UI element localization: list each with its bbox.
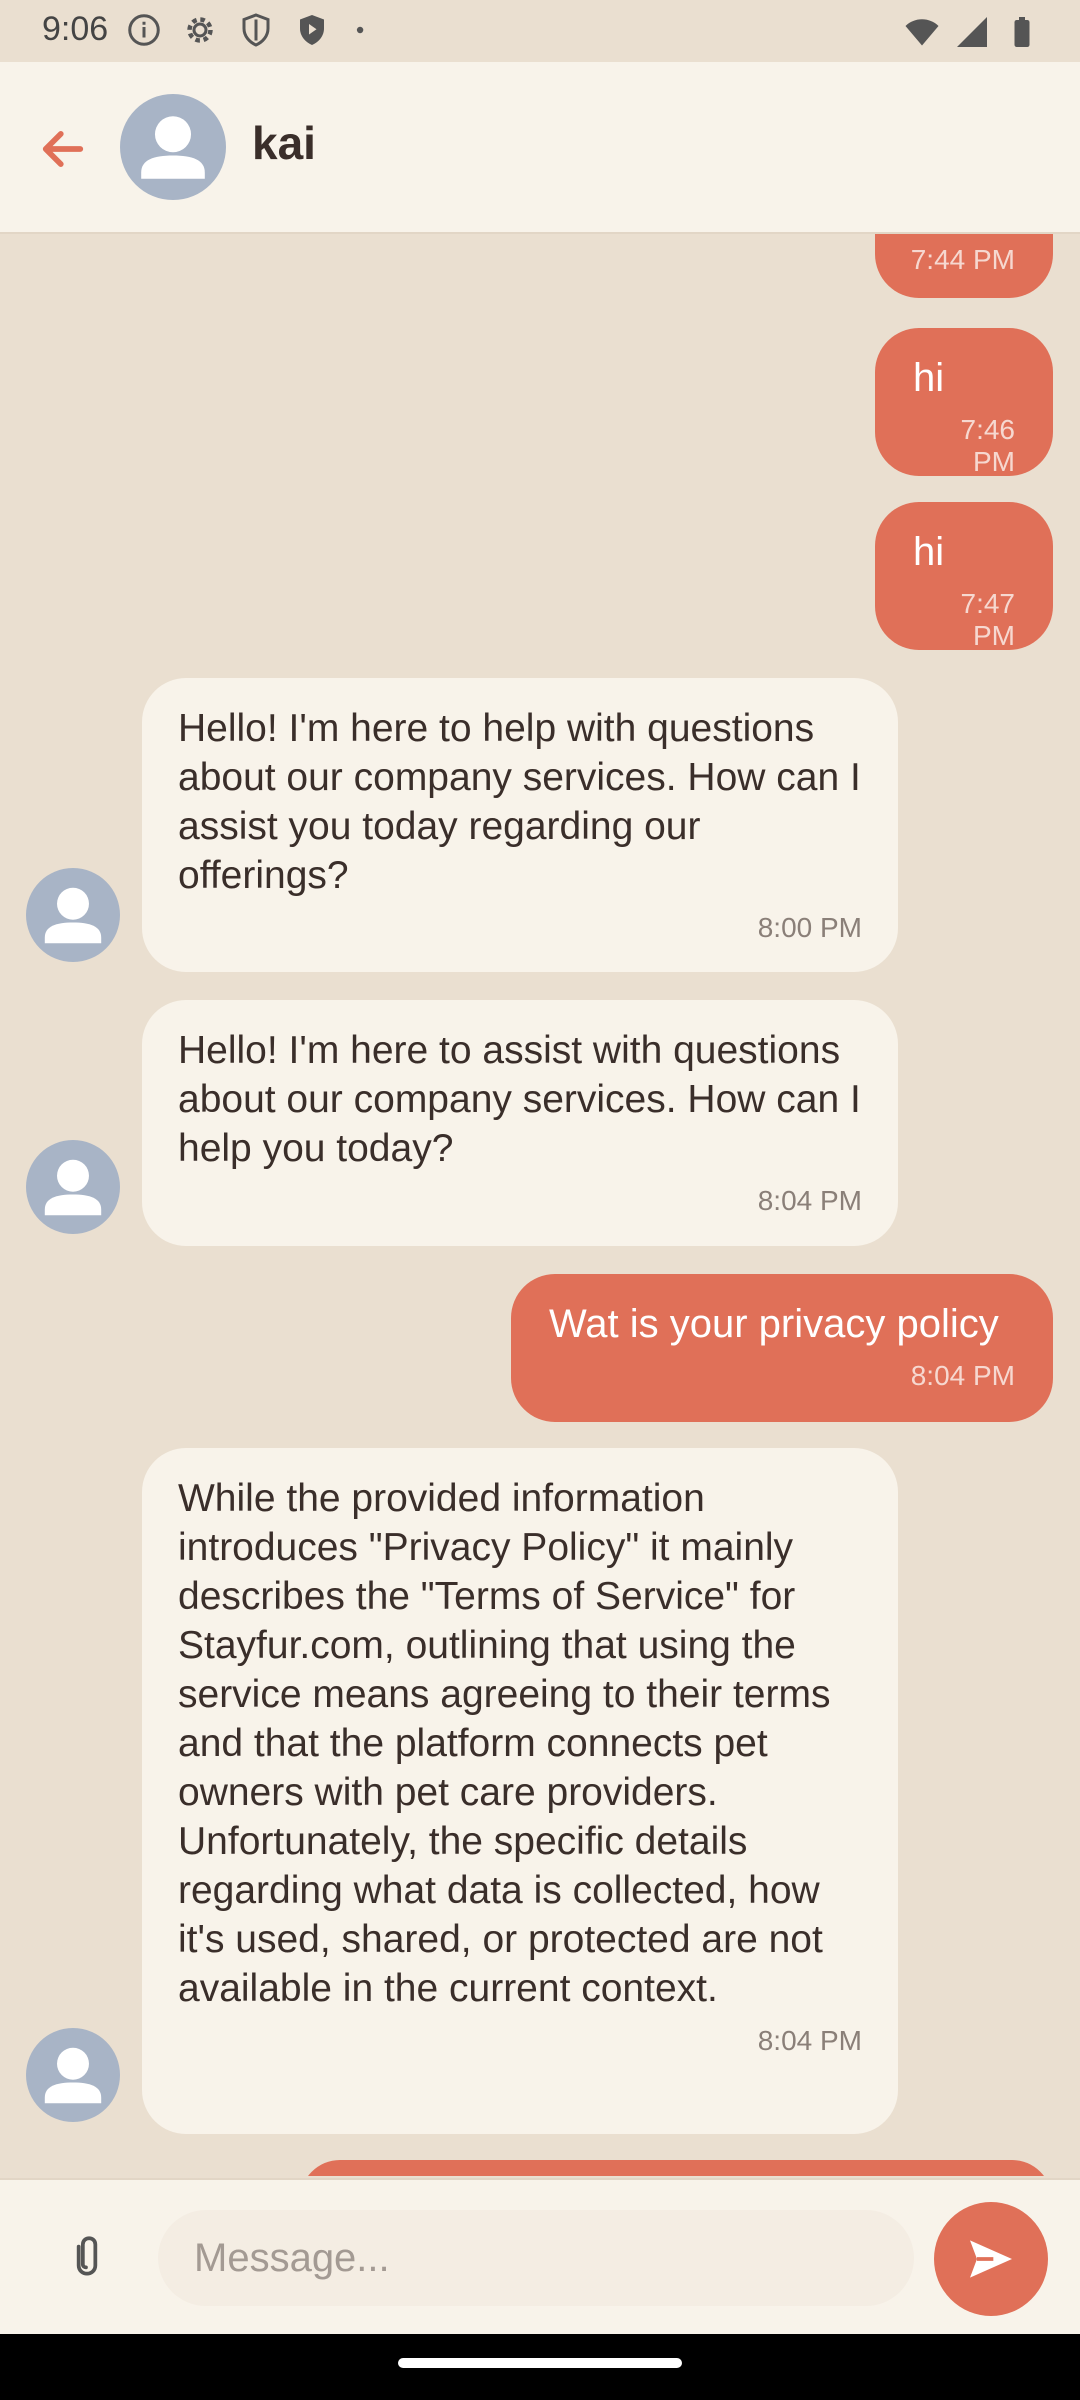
outgoing-message[interactable]: Wat is your privacy policy 8:04 PM — [511, 1274, 1053, 1422]
signal-icon — [957, 17, 987, 47]
outgoing-message[interactable]: hi 7:46 PM — [875, 328, 1053, 477]
dot-icon — [356, 26, 364, 34]
gear-icon — [187, 17, 213, 43]
send-button[interactable] — [934, 2202, 1048, 2316]
status-bar: 9:06 — [0, 0, 1080, 62]
message-input[interactable] — [158, 2210, 914, 2306]
incoming-message[interactable]: Hello! I'm here to help with questions a… — [142, 678, 898, 972]
incoming-message[interactable]: While the provided information introduce… — [142, 1448, 898, 2134]
outgoing-message-partial[interactable] — [300, 2160, 1052, 2176]
status-icons-right — [904, 14, 1040, 50]
message-time: 7:44 PM — [910, 244, 1015, 275]
info-icon — [128, 14, 160, 46]
contact-avatar[interactable] — [120, 94, 226, 200]
shield-icon — [242, 13, 270, 47]
message-text: hi — [913, 356, 945, 400]
system-nav-bar — [0, 2334, 1080, 2400]
home-gesture-handle[interactable] — [398, 2358, 682, 2368]
sender-avatar — [26, 1140, 120, 1234]
back-button[interactable] — [28, 114, 98, 184]
message-text: Hello! I'm here to assist with questions… — [178, 1029, 861, 1170]
message-text: While the provided information introduce… — [178, 1477, 831, 2010]
message-list[interactable]: 7:44 PM hi 7:46 PM hi 7:47 PM Hello! I'm… — [0, 234, 1080, 2176]
message-text: Hello! I'm here to help with questions a… — [178, 707, 861, 897]
play-protect-icon — [300, 15, 324, 45]
message-time: 8:04 PM — [757, 2025, 862, 2056]
incoming-message[interactable]: Hello! I'm here to assist with questions… — [142, 1000, 898, 1246]
message-time: 7:46 PM — [960, 414, 1016, 477]
wifi-icon — [905, 19, 939, 46]
sender-avatar — [26, 2028, 120, 2122]
message-time: 8:04 PM — [910, 1360, 1015, 1391]
message-time: 8:04 PM — [757, 1185, 862, 1216]
outgoing-message[interactable]: 7:44 PM — [875, 234, 1053, 298]
message-time: 7:47 PM — [960, 588, 1016, 651]
message-time: 8:00 PM — [757, 912, 862, 943]
send-icon — [970, 2240, 1012, 2278]
status-time: 9:06 — [42, 10, 109, 48]
composer-bar — [0, 2178, 1080, 2336]
message-text: hi — [913, 530, 945, 574]
attach-button[interactable] — [52, 2222, 122, 2292]
sender-avatar — [26, 868, 120, 962]
chat-screen: 9:06 kai 7:44 PM hi 7:46 PM hi 7:47 PM H… — [0, 0, 1080, 2400]
arrow-left-icon — [42, 131, 84, 167]
contact-name: kai — [252, 117, 316, 169]
battery-icon — [1014, 17, 1030, 47]
message-text: Wat is your privacy policy — [549, 1302, 999, 1346]
status-icons-left — [126, 12, 372, 48]
chat-header: kai — [0, 62, 1080, 234]
paperclip-icon — [76, 2236, 98, 2276]
outgoing-message[interactable]: hi 7:47 PM — [875, 502, 1053, 651]
